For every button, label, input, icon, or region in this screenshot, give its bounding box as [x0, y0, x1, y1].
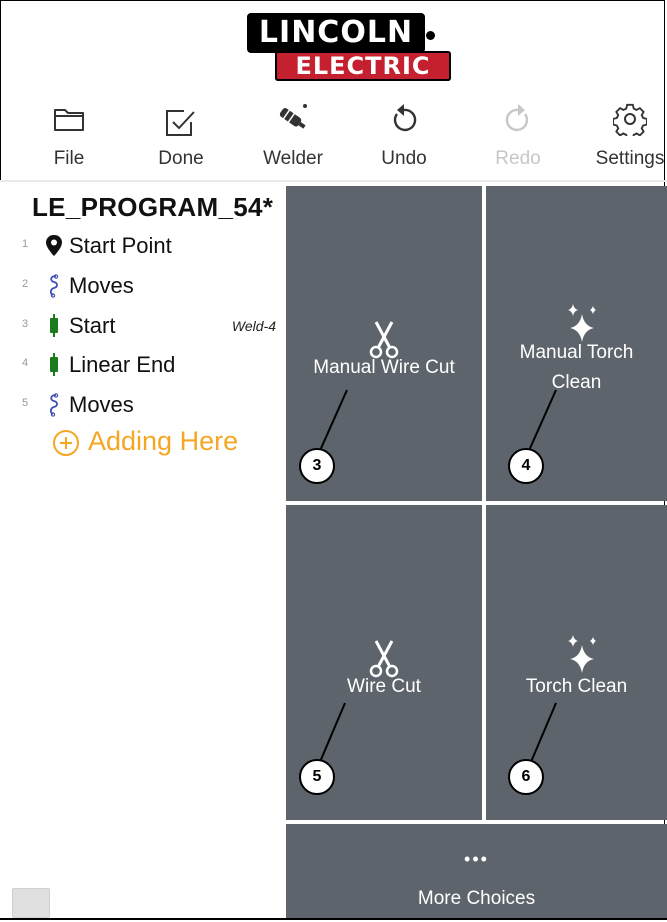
step-label: Start	[69, 313, 116, 338]
redo-icon	[505, 104, 529, 132]
undo-label: Undo	[381, 148, 427, 169]
welding-torch-icon	[279, 104, 307, 129]
program-step-4[interactable]: 4 Linear End	[0, 347, 286, 383]
path-squiggle-icon	[49, 393, 59, 417]
program-title: LE_PROGRAM_54*	[32, 192, 274, 222]
logo-line2: ELECTRIC	[275, 51, 451, 81]
callout-4: 4	[508, 448, 544, 484]
more-choices-label: More Choices	[417, 888, 536, 909]
program-panel: LE_PROGRAM_54* 1 Start Point 2 Moves 3 S…	[0, 182, 286, 918]
adding-here-label: Adding Here	[88, 426, 239, 456]
step-label: Moves	[69, 392, 134, 417]
more-choices-tile[interactable]: ••• More Choices	[286, 824, 667, 918]
done-label: Done	[158, 148, 204, 169]
step-label: Moves	[69, 273, 134, 298]
weld-start-icon	[50, 314, 58, 337]
file-label: File	[53, 148, 85, 169]
path-squiggle-icon	[49, 274, 59, 298]
weld-end-icon	[50, 353, 58, 376]
settings-button[interactable]: Settings	[588, 96, 667, 178]
step-label: Start Point	[69, 233, 172, 258]
sparkle-icon	[568, 304, 596, 342]
torch-clean-label: Torch Clean	[525, 676, 628, 697]
redo-label: Redo	[495, 148, 541, 169]
location-pin-icon	[46, 235, 62, 256]
welder-label: Welder	[263, 148, 323, 169]
undo-button[interactable]: Undo	[372, 96, 436, 178]
bottom-border	[0, 918, 667, 920]
step-number: 2	[22, 278, 29, 290]
redo-button[interactable]: Redo	[486, 96, 550, 178]
panel-handle[interactable]	[12, 888, 50, 918]
program-step-2[interactable]: 2 Moves	[0, 268, 286, 304]
file-button[interactable]: File	[38, 96, 100, 178]
step-number: 3	[22, 318, 29, 330]
weld-tag: Weld-4	[231, 318, 276, 334]
logo-registered-mark	[426, 31, 435, 40]
program-step-1[interactable]: 1 Start Point	[0, 228, 286, 264]
undo-icon	[393, 104, 417, 132]
ellipsis-icon: •••	[464, 849, 489, 869]
step-label: Linear End	[69, 352, 176, 377]
step-number: 4	[22, 357, 29, 369]
logo-line1: LINCOLN	[247, 13, 425, 53]
callout-6: 6	[508, 759, 544, 795]
callout-5: 5	[299, 759, 335, 795]
program-step-3[interactable]: 3 Start Weld-4	[0, 308, 286, 344]
checkbox-icon	[166, 110, 195, 136]
manual-torch-clean-label-line2: Clean	[551, 372, 602, 393]
gear-icon	[613, 103, 647, 136]
step-number: 5	[22, 397, 29, 409]
plus-circle-icon	[53, 430, 79, 456]
callout-3: 3	[299, 448, 335, 484]
manual-wire-cut-label: Manual Wire Cut	[313, 357, 455, 378]
manual-torch-clean-label-line1: Manual Torch	[519, 342, 634, 363]
done-button[interactable]: Done	[150, 96, 212, 178]
welder-button[interactable]: Welder	[258, 96, 328, 178]
step-number: 1	[22, 238, 29, 250]
folder-icon	[54, 109, 84, 131]
program-step-5[interactable]: 5 Moves	[0, 387, 286, 423]
settings-label: Settings	[595, 148, 665, 169]
sparkle-icon	[568, 635, 596, 673]
wire-cut-label: Wire Cut	[347, 676, 421, 697]
lincoln-electric-logo: LINCOLN ELECTRIC	[247, 13, 451, 81]
